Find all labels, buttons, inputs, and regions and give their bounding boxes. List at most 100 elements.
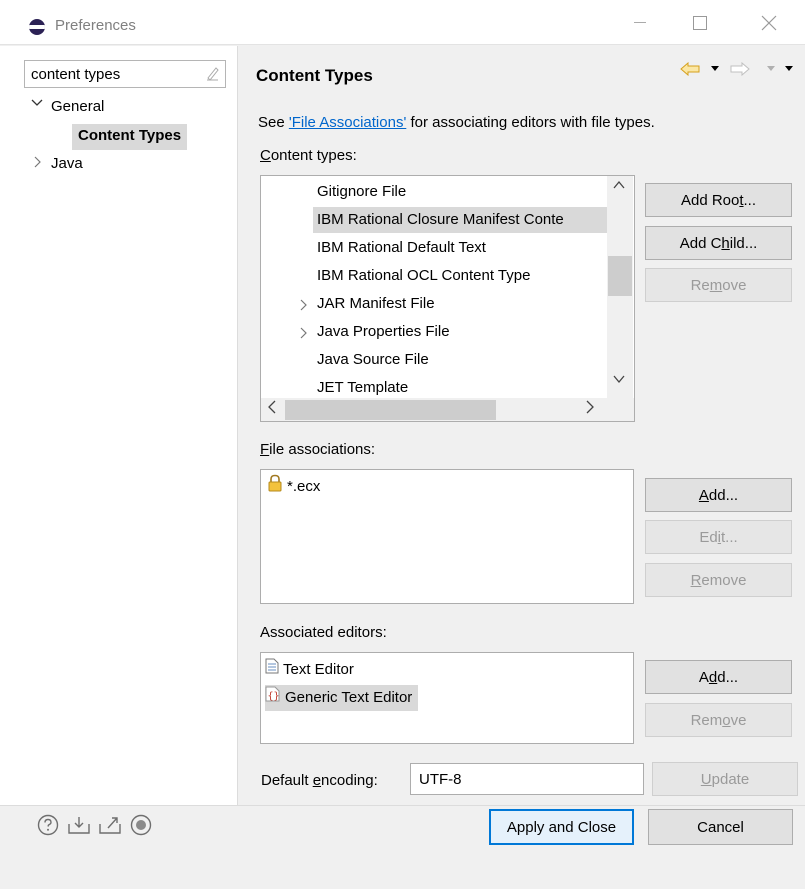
minimize-button[interactable] [617, 8, 663, 38]
add-file-association-button[interactable]: Add... [645, 478, 792, 512]
mnemonic: C [260, 147, 271, 164]
mnemonic: h [721, 234, 730, 252]
minimize-icon [634, 22, 646, 23]
file-associations-label: File associations: [260, 441, 375, 458]
file-associations-list[interactable]: *.ecx [260, 469, 634, 604]
back-history-dropdown-icon[interactable] [710, 64, 720, 75]
add-child-button[interactable]: Add Ch ild... [645, 226, 792, 260]
content-type-item[interactable]: JAR Manifest File [313, 291, 439, 317]
btn-text: Ed [699, 528, 718, 546]
editor-item[interactable]: Text Editor [265, 657, 360, 683]
file-associations-link[interactable]: 'File Associations' [289, 114, 406, 131]
btn-text: t... [721, 528, 738, 546]
maximize-button[interactable] [677, 8, 723, 38]
back-arrow-icon[interactable] [680, 61, 700, 81]
btn-text: d... [717, 668, 739, 686]
export-icon[interactable] [97, 812, 123, 838]
view-menu-icon[interactable] [784, 64, 794, 75]
btn-text: emove [701, 571, 747, 589]
cancel-button[interactable]: Cancel [648, 809, 793, 845]
add-root-button[interactable]: Add Roo t... [645, 183, 792, 217]
file-association-label: *.ecx [287, 478, 321, 495]
text-file-icon [265, 657, 279, 683]
footer-divider [0, 805, 805, 806]
remove-content-type-button[interactable]: Re m ove [645, 268, 792, 302]
clear-filter-icon[interactable] [205, 65, 219, 81]
mnemonic: A [698, 486, 709, 504]
page-description: See 'File Associations' for associating … [258, 114, 655, 131]
help-icon[interactable] [35, 812, 61, 838]
remove-editor-button[interactable]: Rem o ve [645, 703, 792, 737]
scroll-up-icon[interactable] [613, 178, 625, 193]
mnemonic: o [722, 711, 731, 729]
content-type-item[interactable]: IBM Rational OCL Content Type [313, 263, 534, 289]
horizontal-scrollbar-thumb[interactable] [285, 400, 496, 420]
scrollbar-corner [607, 398, 634, 421]
chevron-right-icon[interactable] [299, 326, 309, 342]
eclipse-app-icon [29, 19, 45, 35]
content-types-tree[interactable]: Gitignore File IBM Rational Closure Manif… [260, 175, 635, 422]
mnemonic: d [708, 668, 718, 686]
btn-text: dd... [708, 486, 739, 504]
chevron-down-icon[interactable] [31, 97, 45, 115]
btn-text: Add C [679, 234, 722, 252]
page-title: Content Types [256, 66, 373, 85]
vertical-scrollbar-thumb[interactable] [608, 256, 632, 296]
label-text: ncoding: [321, 772, 378, 789]
content-types-label: Content types: [260, 147, 357, 164]
content-type-item[interactable]: Gitignore File [313, 179, 410, 205]
description-suffix: for associating editors with file types. [406, 114, 655, 131]
add-editor-button[interactable]: Ad d... [645, 660, 792, 694]
btn-text: Re [690, 276, 710, 294]
close-window-button[interactable] [746, 8, 792, 38]
label-text: Default [261, 772, 313, 789]
window-title: Preferences [55, 17, 136, 34]
btn-text: ... [743, 191, 757, 209]
scroll-left-icon[interactable] [267, 400, 277, 418]
btn-text: pdate [711, 770, 750, 788]
maximize-icon [693, 16, 707, 30]
import-icon[interactable] [66, 812, 92, 838]
associated-editors-label: Associated editors: [260, 624, 387, 641]
btn-text: A [698, 668, 709, 686]
content-type-item[interactable]: IBM Rational Default Text [313, 235, 490, 261]
mnemonic: R [690, 571, 702, 589]
editor-label: Generic Text Editor [285, 689, 413, 706]
content-type-item[interactable]: Java Source File [313, 347, 433, 373]
horizontal-scrollbar[interactable] [261, 398, 607, 421]
apply-and-close-button[interactable]: Apply and Close [489, 809, 634, 845]
svg-text:{}: {} [268, 691, 280, 702]
editor-label: Text Editor [283, 661, 354, 678]
editor-item[interactable]: {} Generic Text Editor [265, 685, 419, 711]
btn-text: Add Roo [680, 191, 740, 209]
associated-editors-list[interactable]: Text Editor {} Generic Text Editor [260, 652, 634, 744]
chevron-right-icon[interactable] [299, 298, 309, 314]
tree-item-general[interactable]: General [51, 98, 104, 115]
mnemonic: m [709, 276, 723, 294]
file-association-item[interactable]: *.ecx [267, 474, 326, 500]
tree-item-java[interactable]: Java [51, 155, 83, 172]
forward-history-dropdown-icon[interactable] [766, 64, 776, 75]
scroll-right-icon[interactable] [585, 400, 595, 418]
lock-icon [267, 474, 283, 501]
update-encoding-button[interactable]: Update [652, 762, 798, 796]
label-text: ontent types: [270, 147, 357, 164]
content-type-item[interactable]: IBM Rational Closure Manifest Conte [313, 207, 607, 233]
description-prefix: See [258, 114, 289, 131]
tree-item-content-types[interactable]: Content Types [72, 124, 188, 150]
chevron-right-icon[interactable] [33, 155, 43, 171]
forward-arrow-icon[interactable] [730, 61, 750, 81]
edit-file-association-button[interactable]: Ed i t... [645, 520, 792, 554]
filter-input[interactable] [24, 60, 226, 88]
default-encoding-input[interactable] [410, 763, 644, 795]
scroll-down-icon[interactable] [613, 372, 625, 387]
record-icon[interactable] [128, 812, 154, 838]
vertical-scrollbar[interactable] [607, 176, 633, 398]
mnemonic: U [700, 770, 712, 788]
content-type-item[interactable]: Java Properties File [313, 319, 454, 345]
remove-file-association-button[interactable]: Remove [645, 563, 792, 597]
btn-text: Rem [690, 711, 723, 729]
btn-text: ve [730, 711, 747, 729]
mnemonic: F [260, 441, 270, 458]
btn-text: ild... [729, 234, 758, 252]
